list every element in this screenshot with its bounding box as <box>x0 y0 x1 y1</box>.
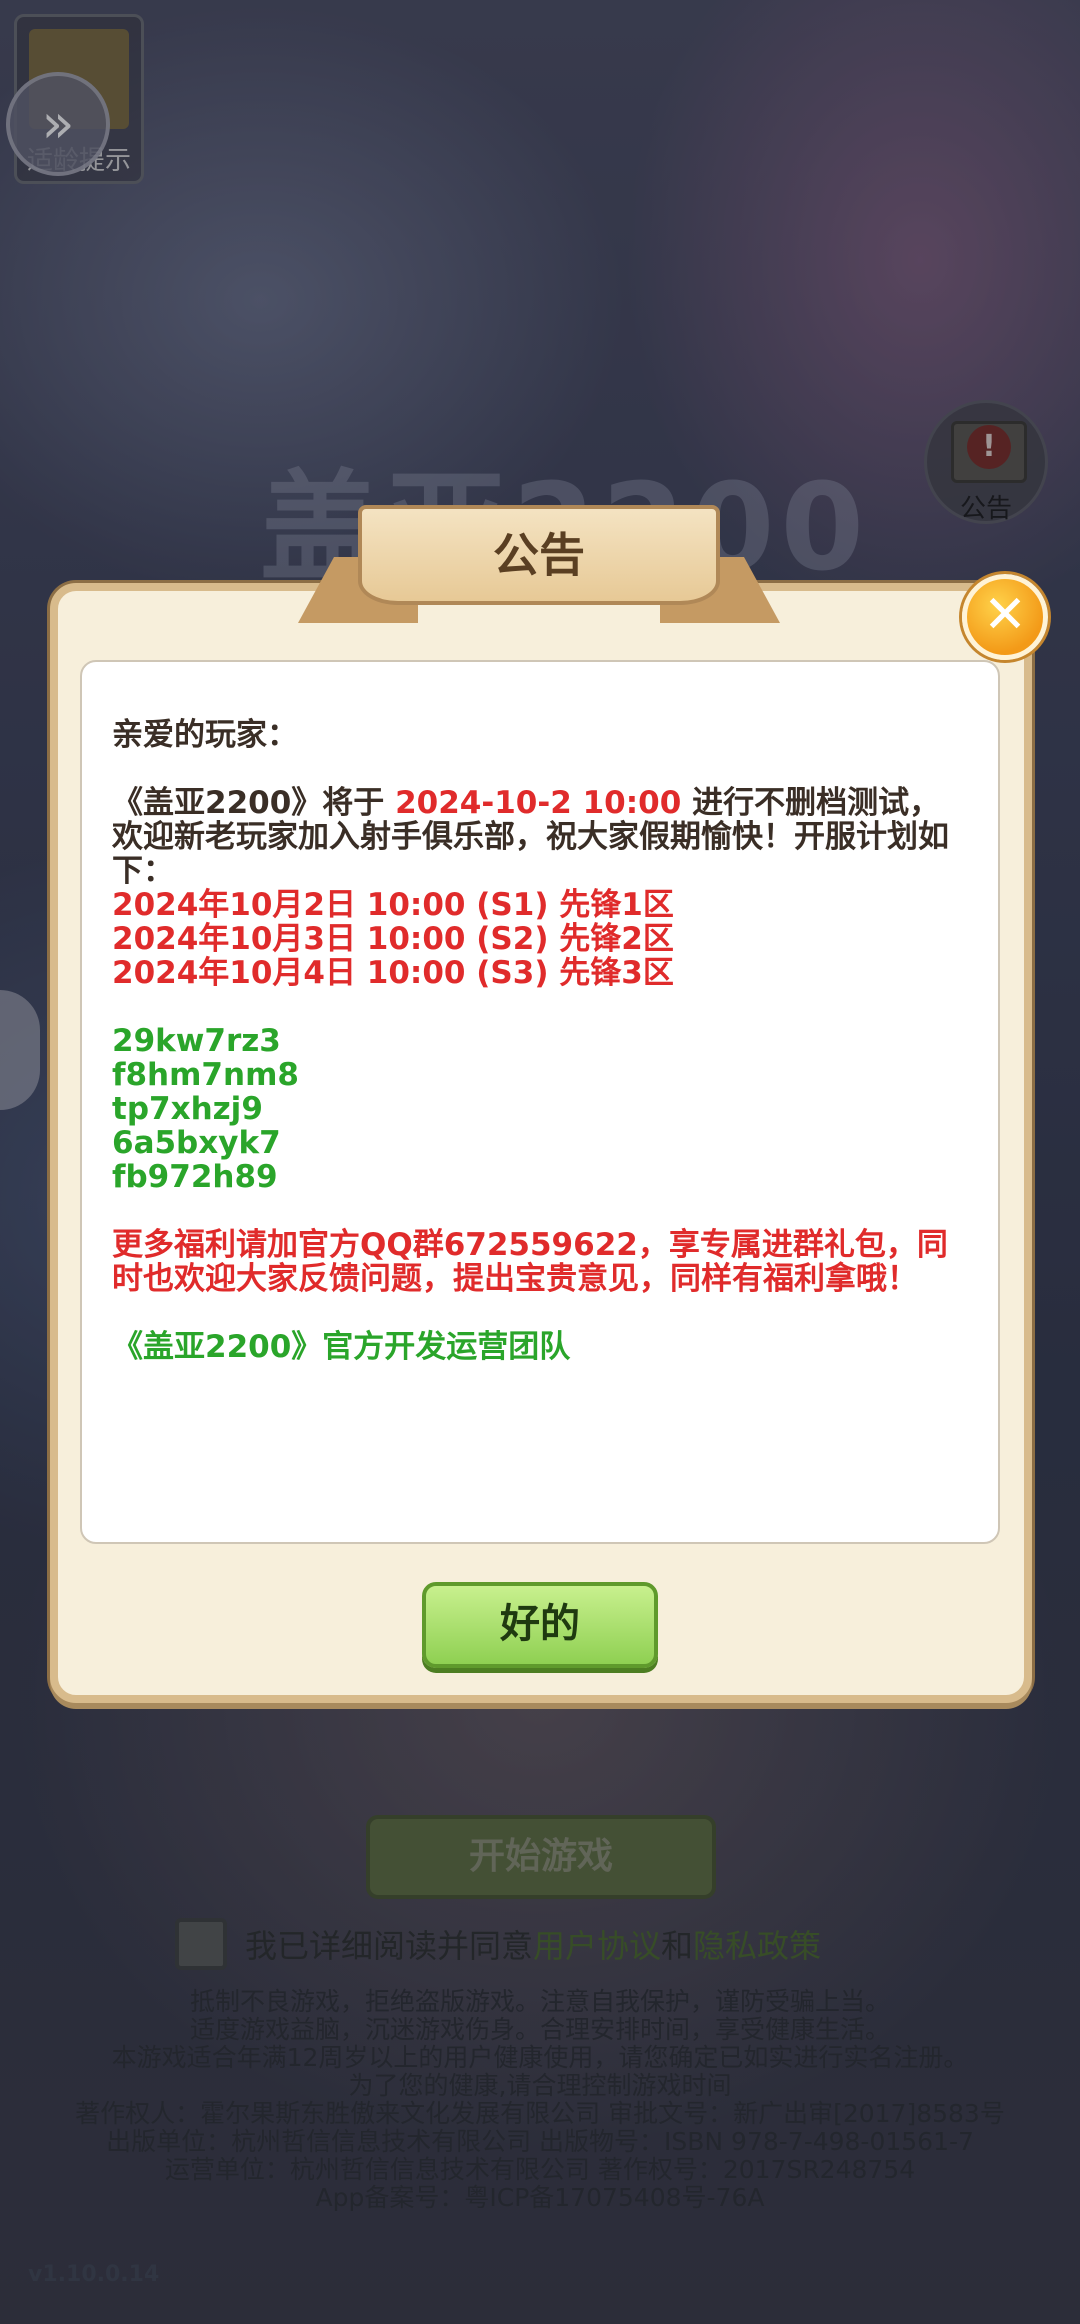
gift-code: 29kw7rz3 <box>112 1023 281 1059</box>
dialog-title: 公告 <box>358 505 720 605</box>
schedule-item: 2024年10月3日 10:00 (S2) 先锋2区 <box>112 921 674 957</box>
announcement-content[interactable]: 亲爱的玩家： 《盖亚2200》将于 2024-10-2 10:00 进行不删档测… <box>80 660 1000 1544</box>
title-ribbon: 公告 <box>298 505 780 635</box>
schedule-item: 2024年10月2日 10:00 (S1) 先锋1区 <box>112 887 674 923</box>
ok-button[interactable]: 好的 <box>422 1582 658 1668</box>
welfare-text: 更多福利请加官方QQ群672559622，享专属进群礼包，同时也欢迎大家反馈问题… <box>112 1227 948 1297</box>
gift-code: fb972h89 <box>112 1159 278 1195</box>
greeting: 亲爱的玩家： <box>112 717 298 753</box>
gift-code: tp7xhzj9 <box>112 1091 263 1127</box>
gift-code: 6a5bxyk7 <box>112 1125 281 1161</box>
schedule-item: 2024年10月4日 10:00 (S3) 先锋3区 <box>112 955 674 991</box>
close-icon[interactable]: ✕ <box>962 574 1048 660</box>
gift-code: f8hm7nm8 <box>112 1057 299 1093</box>
intro-date: 2024-10-2 10:00 <box>395 785 682 821</box>
intro-before: 《盖亚2200》将于 <box>112 785 396 821</box>
intro-paragraph: 《盖亚2200》将于 2024-10-2 10:00 进行不删档测试，欢迎新老玩… <box>112 786 968 888</box>
signature: 《盖亚2200》官方开发运营团队 <box>112 1329 571 1365</box>
